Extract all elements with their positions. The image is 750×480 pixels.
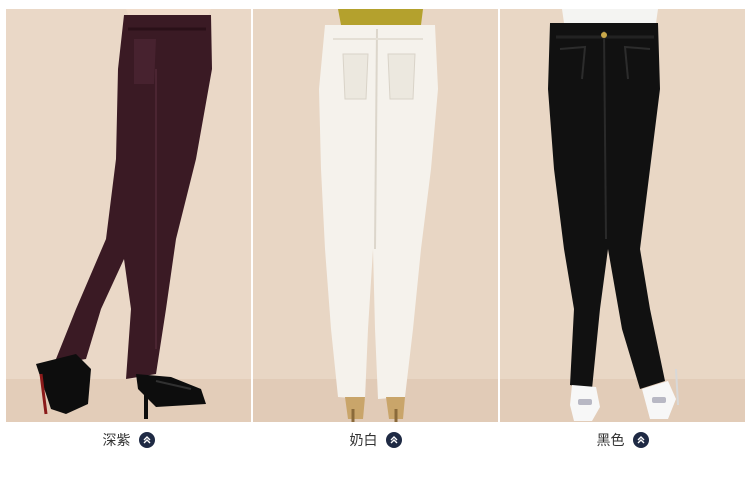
variant-caption-black[interactable]: 黑色 bbox=[500, 430, 745, 450]
double-chevron-up-icon[interactable] bbox=[138, 432, 155, 448]
product-image-black[interactable] bbox=[500, 9, 745, 422]
variant-label: 深紫 bbox=[102, 433, 131, 449]
purple-pants-photo bbox=[6, 9, 251, 422]
product-image-purple[interactable] bbox=[6, 9, 251, 422]
product-image-cream[interactable] bbox=[253, 9, 498, 422]
double-chevron-up-icon[interactable] bbox=[385, 432, 402, 448]
cream-pants-photo bbox=[253, 9, 498, 422]
variant-caption-cream[interactable]: 奶白 bbox=[253, 430, 498, 450]
variant-label: 奶白 bbox=[349, 433, 378, 449]
variant-label: 黑色 bbox=[596, 433, 625, 449]
double-chevron-up-icon[interactable] bbox=[632, 432, 649, 448]
color-variant-gallery: 深紫 奶白 黑色 bbox=[0, 0, 750, 480]
variant-caption-purple[interactable]: 深紫 bbox=[6, 430, 251, 450]
black-pants-photo bbox=[500, 9, 745, 422]
